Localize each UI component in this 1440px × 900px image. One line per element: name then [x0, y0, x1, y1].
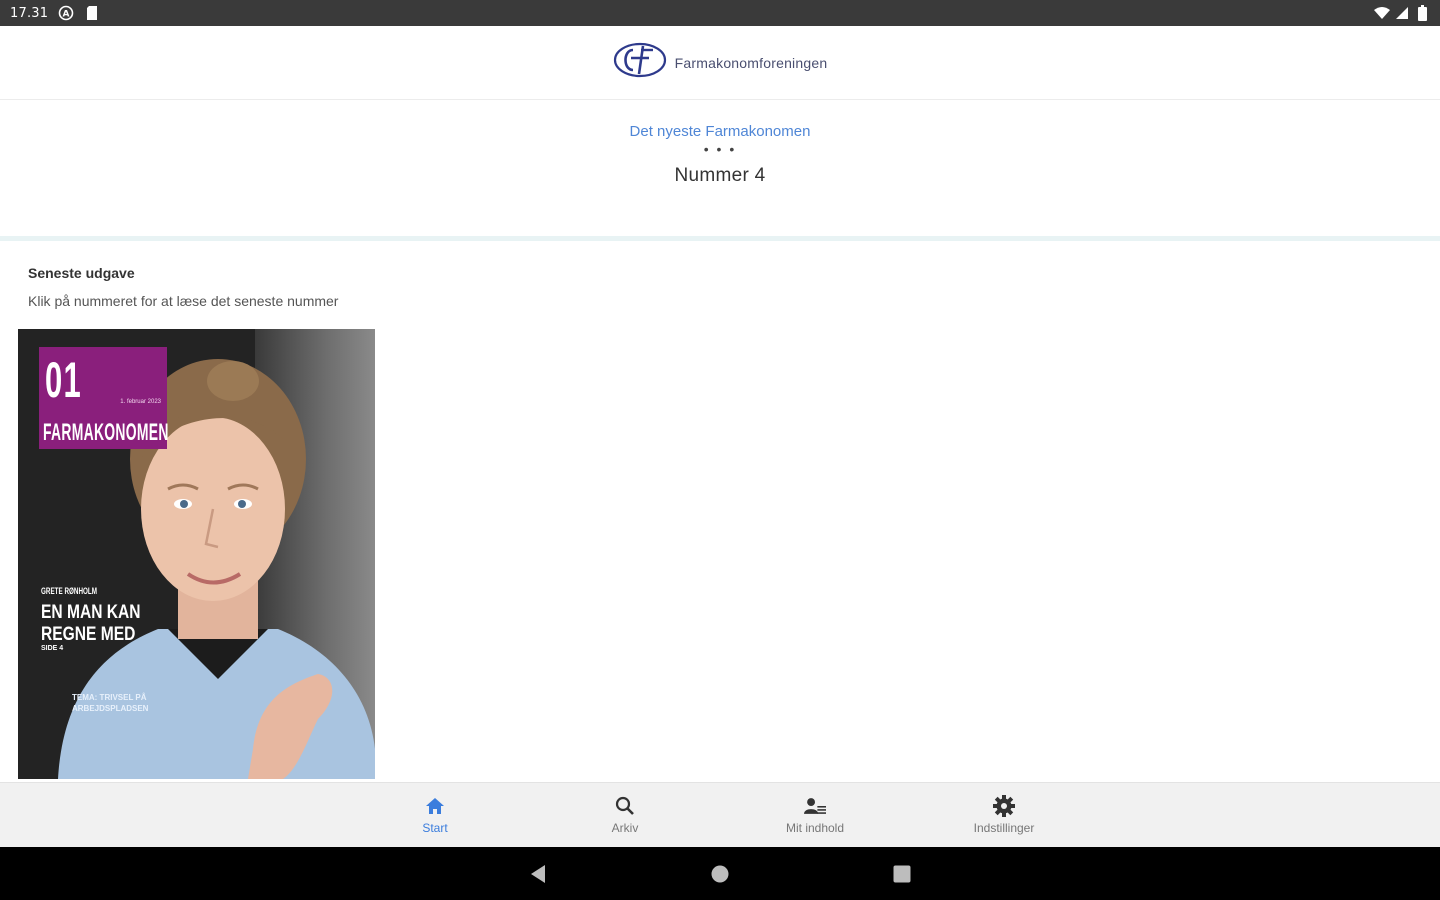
status-bar: 17.31 A	[0, 0, 1440, 26]
svg-text:A: A	[63, 10, 70, 20]
issue-title: Nummer 4	[674, 165, 766, 186]
cover-theme: TEMA: TRIVSEL PÅ ARBEJDSPLADSEN	[72, 693, 149, 713]
cover-date: 1. februar 2023	[120, 399, 161, 405]
brand[interactable]: Farmakonomforeningen	[613, 41, 828, 84]
cover-issue-number: 01	[45, 352, 82, 408]
nav-arkiv[interactable]: Arkiv	[565, 783, 685, 848]
cover-kicker: GRETE RØNHOLM	[41, 586, 97, 596]
magazine-cover[interactable]: 01 1. februar 2023 FARMAKONOMEN GRETE RØ…	[18, 329, 375, 779]
cover-headline: EN MAN KAN REGNE MED	[41, 602, 141, 645]
nav-start-label: Start	[422, 821, 448, 835]
back-icon[interactable]	[526, 862, 550, 886]
person-list-icon	[804, 795, 826, 817]
cover-page-ref: SIDE 4	[41, 645, 64, 652]
latest-issue-heading: Seneste udgave	[28, 265, 135, 281]
search-icon	[614, 795, 636, 817]
wifi-icon	[1374, 5, 1390, 21]
latest-issue-banner: Det nyeste Farmakonomen • • • Nummer 4	[0, 101, 1440, 236]
nav-mit-indhold-label: Mit indhold	[785, 821, 845, 835]
status-left: 17.31 A	[10, 5, 100, 21]
nav-indstillinger-label: Indstillinger	[973, 821, 1035, 835]
nav-arkiv-label: Arkiv	[611, 821, 639, 835]
latest-farmakonomen-link[interactable]: Det nyeste Farmakonomen	[0, 123, 1440, 140]
status-right	[1374, 5, 1430, 21]
dnd-icon: A	[58, 5, 74, 21]
bottom-navigation: Start Arkiv Mit indhold Indstillinger	[0, 782, 1440, 847]
home-circle-icon[interactable]	[708, 862, 732, 886]
gear-icon	[993, 795, 1015, 817]
latest-issue-subtitle: Klik på nummeret for at læse det seneste…	[28, 293, 339, 309]
cover-masthead: 01 1. februar 2023 FARMAKONOMEN	[39, 347, 169, 449]
system-navigation-bar	[0, 847, 1440, 900]
status-time: 17.31	[10, 5, 49, 21]
nav-indstillinger[interactable]: Indstillinger	[944, 783, 1064, 848]
farmakonom-logo-icon	[613, 41, 667, 84]
separator-dots: • • •	[703, 141, 737, 157]
app-header: Farmakonomforeningen	[0, 26, 1440, 100]
recents-icon[interactable]	[890, 862, 914, 886]
home-icon	[424, 795, 446, 817]
latest-issue-section: Seneste udgave Klik på nummeret for at l…	[0, 241, 1440, 782]
signal-icon	[1394, 5, 1410, 21]
sd-card-icon	[84, 5, 100, 21]
cover-magazine-name: FARMAKONOMEN	[43, 419, 169, 446]
nav-mit-indhold[interactable]: Mit indhold	[755, 783, 875, 848]
nav-start[interactable]: Start	[375, 783, 495, 848]
brand-name: Farmakonomforeningen	[674, 54, 828, 71]
battery-icon	[1414, 5, 1430, 21]
